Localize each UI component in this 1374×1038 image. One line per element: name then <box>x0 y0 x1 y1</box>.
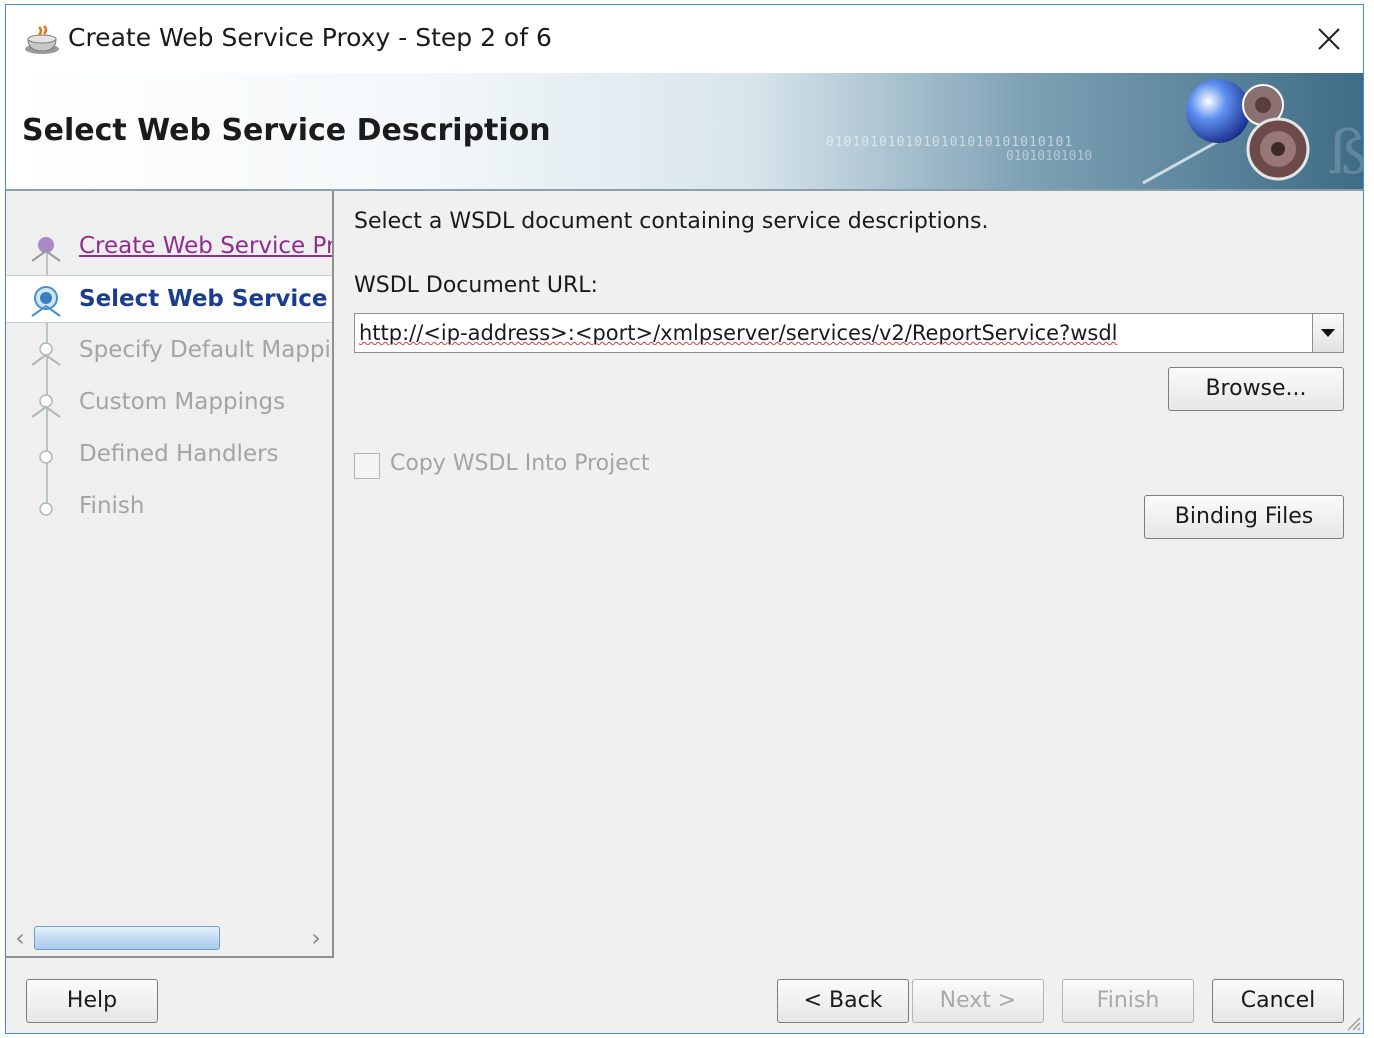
binding-files-button[interactable]: Binding Files <box>1144 495 1344 539</box>
window-title: Create Web Service Proxy - Step 2 of 6 <box>68 23 552 52</box>
visited-step-icon <box>31 237 61 262</box>
banner-binary-text-2: 01010101010 <box>1006 149 1093 164</box>
wsdl-url-label: WSDL Document URL: <box>354 273 598 298</box>
step-label: Finish <box>79 493 145 519</box>
web-service-globe-icon: ß <box>1142 79 1363 188</box>
step-select-web-service-description[interactable]: Select Web Service D <box>6 275 332 323</box>
next-button[interactable]: Next > <box>912 979 1044 1023</box>
step-defined-handlers[interactable]: Defined Handlers <box>6 431 332 477</box>
chevron-down-icon <box>1321 329 1335 337</box>
scroll-left-arrow-icon[interactable]: ‹ <box>8 924 32 952</box>
close-icon <box>1318 28 1340 50</box>
step-custom-mappings[interactable]: Custom Mappings <box>6 379 332 425</box>
step-label: Create Web Service Pro <box>79 233 334 259</box>
pending-step-icon <box>31 394 61 418</box>
back-button[interactable]: < Back <box>777 979 909 1023</box>
scroll-right-arrow-icon[interactable]: › <box>304 924 328 952</box>
steps-horizontal-scrollbar[interactable]: ‹ › <box>8 924 328 952</box>
browse-button[interactable]: Browse... <box>1168 367 1344 411</box>
coffee-cup-icon <box>25 25 59 54</box>
pending-step-icon <box>39 502 53 516</box>
wizard-steps-panel: Create Web Service Pro Select Web Servic… <box>6 191 334 958</box>
url-dropdown-button[interactable] <box>1312 314 1343 352</box>
step-label: Select Web Service D <box>79 286 334 312</box>
step-label: Specify Default Mapping <box>79 337 334 363</box>
step-label: Defined Handlers <box>79 441 279 467</box>
banner-binary-text: 0101010101010101010101010101 <box>826 135 1074 150</box>
wizard-header-banner: Select Web Service Description 010101010… <box>6 73 1363 191</box>
step-finish[interactable]: Finish <box>6 483 332 529</box>
step-create-web-service-proxy[interactable]: Create Web Service Pro <box>6 223 332 269</box>
pending-step-icon <box>39 450 53 464</box>
wsdl-url-input[interactable] <box>357 316 1311 350</box>
svg-text:ß: ß <box>1328 118 1363 188</box>
wizard-dialog: Create Web Service Proxy - Step 2 of 6 S… <box>5 4 1364 1034</box>
current-step-icon <box>31 286 61 317</box>
cancel-button[interactable]: Cancel <box>1212 979 1344 1023</box>
close-button[interactable] <box>1309 19 1349 59</box>
help-button[interactable]: Help <box>26 979 158 1023</box>
main-content: Select a WSDL document containing servic… <box>354 191 1344 951</box>
step-specify-default-mapping[interactable]: Specify Default Mapping <box>6 327 332 373</box>
wsdl-url-combobox[interactable] <box>354 313 1344 353</box>
title-bar: Create Web Service Proxy - Step 2 of 6 <box>6 5 1363 73</box>
copy-wsdl-checkbox[interactable] <box>354 453 380 479</box>
instruction-text: Select a WSDL document containing servic… <box>354 209 989 234</box>
resize-grip-icon[interactable] <box>1343 1013 1361 1031</box>
pending-step-icon <box>31 342 61 366</box>
step-label: Custom Mappings <box>79 389 286 415</box>
copy-wsdl-label: Copy WSDL Into Project <box>390 451 650 476</box>
page-title: Select Web Service Description <box>22 113 551 148</box>
scrollbar-thumb[interactable] <box>34 926 220 950</box>
finish-button[interactable]: Finish <box>1062 979 1194 1023</box>
